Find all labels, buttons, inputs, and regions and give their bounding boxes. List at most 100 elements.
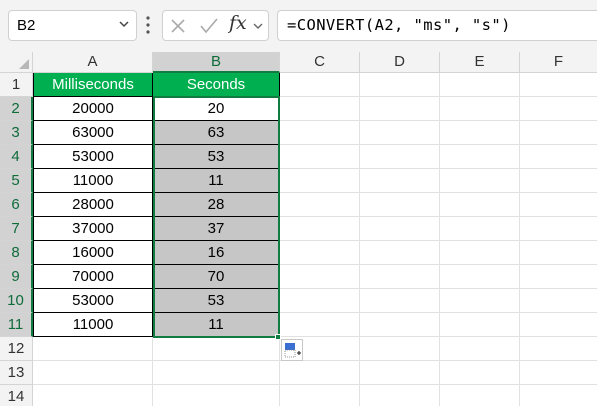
cell-b13[interactable]: [153, 361, 280, 385]
cell-e14[interactable]: [440, 385, 520, 406]
row-header-8[interactable]: 8: [0, 241, 33, 265]
cell-a3[interactable]: 63000: [33, 121, 153, 145]
cell-e10[interactable]: [440, 289, 520, 313]
cell-d3[interactable]: [360, 121, 440, 145]
close-icon[interactable]: [170, 18, 186, 34]
cell-c13[interactable]: [280, 361, 360, 385]
column-header-a[interactable]: A: [33, 52, 153, 73]
cell-b5[interactable]: 11: [153, 169, 280, 193]
cell-c3[interactable]: [280, 121, 360, 145]
cell-e1[interactable]: [440, 73, 520, 97]
cell-e11[interactable]: [440, 313, 520, 337]
column-header-f[interactable]: F: [520, 52, 597, 73]
cell-d7[interactable]: [360, 217, 440, 241]
cell-d1[interactable]: [360, 73, 440, 97]
cell-c7[interactable]: [280, 217, 360, 241]
cell-f4[interactable]: [520, 145, 597, 169]
cell-b9[interactable]: 70: [153, 265, 280, 289]
cell-d12[interactable]: [360, 337, 440, 361]
cell-c10[interactable]: [280, 289, 360, 313]
cell-b7[interactable]: 37: [153, 217, 280, 241]
chevron-down-icon[interactable]: [119, 19, 129, 29]
column-header-b[interactable]: B: [153, 52, 280, 73]
cell-e3[interactable]: [440, 121, 520, 145]
cell-a5[interactable]: 11000: [33, 169, 153, 193]
cell-f11[interactable]: [520, 313, 597, 337]
cell-e5[interactable]: [440, 169, 520, 193]
cell-a14[interactable]: [33, 385, 153, 406]
cell-a6[interactable]: 28000: [33, 193, 153, 217]
row-header-2[interactable]: 2: [0, 97, 33, 121]
quick-analysis-icon[interactable]: [281, 339, 303, 361]
select-all-button[interactable]: [0, 52, 33, 73]
cell-b6[interactable]: 28: [153, 193, 280, 217]
formula-input[interactable]: =CONVERT(A2, "ms", "s"): [277, 10, 597, 41]
cell-b1[interactable]: Seconds: [153, 73, 280, 97]
cell-c9[interactable]: [280, 265, 360, 289]
cell-b2[interactable]: 20: [153, 97, 280, 121]
cell-f9[interactable]: [520, 265, 597, 289]
insert-function-button[interactable]: fx: [229, 12, 247, 34]
cell-d10[interactable]: [360, 289, 440, 313]
cell-c8[interactable]: [280, 241, 360, 265]
cell-a11[interactable]: 11000: [33, 313, 153, 337]
cell-a10[interactable]: 53000: [33, 289, 153, 313]
row-header-9[interactable]: 9: [0, 265, 33, 289]
row-header-11[interactable]: 11: [0, 313, 33, 337]
cell-c4[interactable]: [280, 145, 360, 169]
cell-f10[interactable]: [520, 289, 597, 313]
cell-c1[interactable]: [280, 73, 360, 97]
vertical-dots-icon[interactable]: [146, 16, 150, 34]
cell-e13[interactable]: [440, 361, 520, 385]
cell-f3[interactable]: [520, 121, 597, 145]
cell-d2[interactable]: [360, 97, 440, 121]
checkmark-icon[interactable]: [200, 18, 218, 34]
row-header-10[interactable]: 10: [0, 289, 33, 313]
row-header-1[interactable]: 1: [0, 73, 33, 97]
cell-c2[interactable]: [280, 97, 360, 121]
row-header-12[interactable]: 12: [0, 337, 33, 361]
cell-b14[interactable]: [153, 385, 280, 406]
cell-b4[interactable]: 53: [153, 145, 280, 169]
row-header-6[interactable]: 6: [0, 193, 33, 217]
cell-e8[interactable]: [440, 241, 520, 265]
cell-d4[interactable]: [360, 145, 440, 169]
cell-d13[interactable]: [360, 361, 440, 385]
cell-a13[interactable]: [33, 361, 153, 385]
cell-f6[interactable]: [520, 193, 597, 217]
cell-c5[interactable]: [280, 169, 360, 193]
cell-b10[interactable]: 53: [153, 289, 280, 313]
cell-b3[interactable]: 63: [153, 121, 280, 145]
cell-c6[interactable]: [280, 193, 360, 217]
column-header-e[interactable]: E: [440, 52, 520, 73]
cell-a12[interactable]: [33, 337, 153, 361]
cell-d9[interactable]: [360, 265, 440, 289]
cell-a7[interactable]: 37000: [33, 217, 153, 241]
row-header-4[interactable]: 4: [0, 145, 33, 169]
chevron-down-icon[interactable]: [253, 21, 263, 31]
row-header-14[interactable]: 14: [0, 385, 33, 406]
row-header-5[interactable]: 5: [0, 169, 33, 193]
cell-f14[interactable]: [520, 385, 597, 406]
cell-a9[interactable]: 70000: [33, 265, 153, 289]
cell-f5[interactable]: [520, 169, 597, 193]
cell-d5[interactable]: [360, 169, 440, 193]
row-header-3[interactable]: 3: [0, 121, 33, 145]
cell-e4[interactable]: [440, 145, 520, 169]
column-header-c[interactable]: C: [280, 52, 360, 73]
cell-b8[interactable]: 16: [153, 241, 280, 265]
cell-e12[interactable]: [440, 337, 520, 361]
cell-b12[interactable]: [153, 337, 280, 361]
cell-d8[interactable]: [360, 241, 440, 265]
cell-d14[interactable]: [360, 385, 440, 406]
cell-a2[interactable]: 20000: [33, 97, 153, 121]
cell-b11[interactable]: 11: [153, 313, 280, 337]
cell-f13[interactable]: [520, 361, 597, 385]
cell-d6[interactable]: [360, 193, 440, 217]
cell-e2[interactable]: [440, 97, 520, 121]
cell-f1[interactable]: [520, 73, 597, 97]
cell-d11[interactable]: [360, 313, 440, 337]
column-header-d[interactable]: D: [360, 52, 440, 73]
cell-c14[interactable]: [280, 385, 360, 406]
cell-e9[interactable]: [440, 265, 520, 289]
